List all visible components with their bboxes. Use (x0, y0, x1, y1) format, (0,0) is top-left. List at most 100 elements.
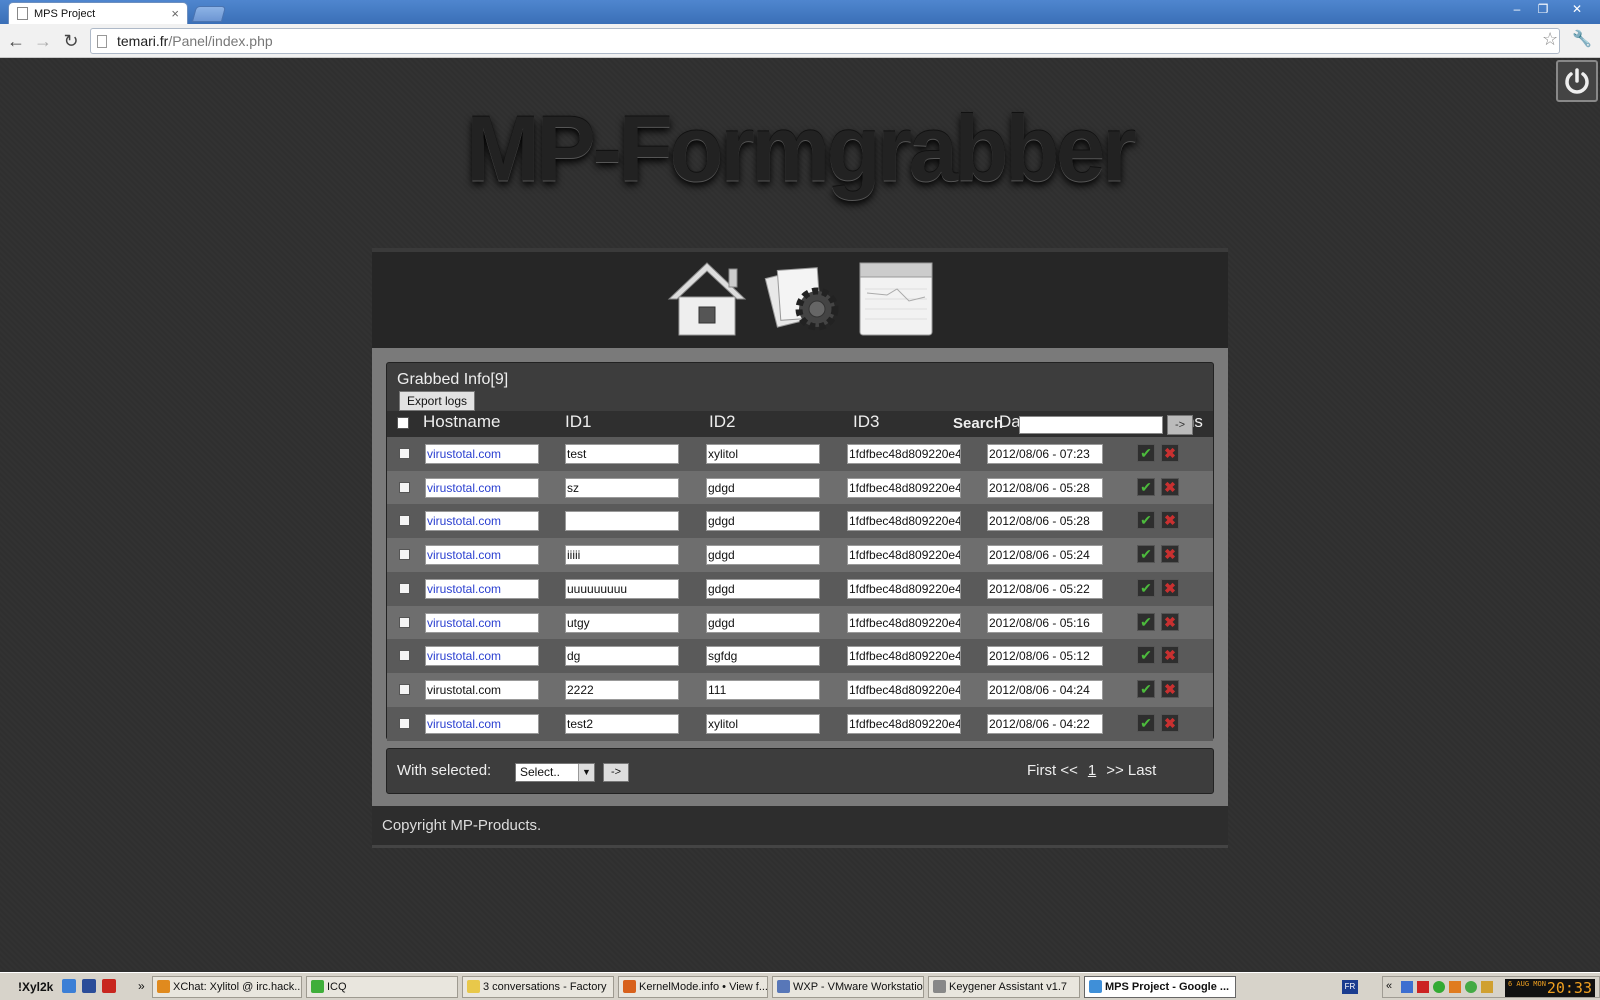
row-id3-field[interactable]: 1fdfbec48d809220e4 (847, 477, 961, 498)
approve-check-icon[interactable]: ✔ (1137, 578, 1155, 597)
browser-tab[interactable]: MPS Project × (8, 2, 188, 24)
row-host-field[interactable]: virustotal.com (425, 612, 539, 633)
row-host-field[interactable]: virustotal.com (425, 646, 539, 667)
row-host-field[interactable]: virustotal.com (425, 545, 539, 566)
row-checkbox[interactable] (399, 616, 410, 628)
clock[interactable]: 6 AUG MON 20:33 (1505, 979, 1595, 997)
last-page-link[interactable]: >> Last (1106, 762, 1156, 779)
ie-icon[interactable] (62, 979, 76, 993)
close-tab-icon[interactable]: × (171, 6, 179, 21)
wrench-icon[interactable]: 🔧 (1572, 29, 1592, 49)
row-checkbox[interactable] (399, 717, 410, 729)
row-date-field[interactable]: 2012/08/06 - 04:22 (987, 713, 1103, 734)
row-id2-field[interactable]: xylitol (706, 713, 820, 734)
delete-x-icon[interactable]: ✖ (1161, 511, 1179, 530)
quicklaunch-overflow[interactable]: » (138, 979, 145, 993)
delete-x-icon[interactable]: ✖ (1161, 612, 1179, 631)
delete-x-icon[interactable]: ✖ (1161, 477, 1179, 496)
row-date-field[interactable]: 2012/08/06 - 05:22 (987, 578, 1103, 599)
row-id2-field[interactable]: gdgd (706, 511, 820, 532)
row-id3-field[interactable]: 1fdfbec48d809220e4 (847, 578, 961, 599)
delete-x-icon[interactable]: ✖ (1161, 713, 1179, 732)
row-id3-field[interactable]: 1fdfbec48d809220e4 (847, 679, 961, 700)
taskbar-item[interactable]: KernelMode.info • View f... (618, 976, 768, 998)
minimize-button[interactable]: – (1506, 2, 1528, 18)
row-id3-field[interactable]: 1fdfbec48d809220e4 (847, 646, 961, 667)
home-icon[interactable] (665, 259, 749, 340)
row-id1-field[interactable]: test2 (565, 713, 679, 734)
new-tab-button[interactable] (191, 6, 227, 22)
row-id1-field[interactable]: 2222 (565, 679, 679, 700)
taskbar-item[interactable]: ICQ (306, 976, 458, 998)
bulk-action-select[interactable]: Select.. ▼ (515, 763, 595, 782)
back-icon[interactable]: ← (5, 30, 27, 52)
apply-action-button[interactable]: -> (603, 763, 629, 782)
filezilla-icon[interactable] (102, 979, 116, 993)
search-button[interactable]: -> (1167, 415, 1193, 435)
desktop-icon[interactable] (82, 979, 96, 993)
xchat-tray-icon[interactable] (1449, 981, 1461, 993)
row-date-field[interactable]: 2012/08/06 - 05:28 (987, 511, 1103, 532)
approve-check-icon[interactable]: ✔ (1137, 511, 1155, 530)
approve-check-icon[interactable]: ✔ (1137, 444, 1155, 462)
row-id1-field[interactable]: iiiii (565, 545, 679, 566)
row-id3-field[interactable]: 1fdfbec48d809220e4 (847, 713, 961, 734)
row-id1-field[interactable]: uuuuuuuuu (565, 578, 679, 599)
approve-check-icon[interactable]: ✔ (1137, 612, 1155, 631)
taskbar-item[interactable]: Keygener Assistant v1.7 (928, 976, 1080, 998)
row-host-field[interactable]: virustotal.com (425, 477, 539, 498)
row-id1-field[interactable]: test (565, 444, 679, 464)
export-logs-button[interactable]: Export logs (399, 391, 476, 411)
select-all-checkbox[interactable] (397, 417, 409, 429)
row-date-field[interactable]: 2012/08/06 - 04:24 (987, 679, 1103, 700)
row-id2-field[interactable]: 111 (706, 679, 820, 700)
row-checkbox[interactable] (399, 549, 410, 561)
bookmark-star-icon[interactable]: ☆ (1542, 29, 1558, 50)
icq-tray-icon[interactable] (1465, 981, 1477, 993)
reload-icon[interactable]: ↻ (60, 30, 82, 52)
language-indicator[interactable]: FR (1342, 980, 1358, 994)
col-id2[interactable]: ID2 (709, 412, 735, 432)
row-date-field[interactable]: 2012/08/06 - 05:24 (987, 545, 1103, 566)
delete-x-icon[interactable]: ✖ (1161, 545, 1179, 564)
delete-x-icon[interactable]: ✖ (1161, 646, 1179, 665)
network-icon[interactable] (1401, 981, 1413, 993)
row-id2-field[interactable]: gdgd (706, 612, 820, 633)
row-host-field[interactable]: virustotal.com (425, 511, 539, 532)
row-id2-field[interactable]: xylitol (706, 444, 820, 464)
row-checkbox[interactable] (399, 448, 410, 459)
row-id1-field[interactable] (565, 511, 679, 532)
approve-check-icon[interactable]: ✔ (1137, 679, 1155, 698)
row-id1-field[interactable]: dg (565, 646, 679, 667)
row-checkbox[interactable] (399, 683, 410, 695)
page-number-link[interactable]: 1 (1088, 762, 1096, 779)
delete-x-icon[interactable]: ✖ (1161, 444, 1179, 462)
taskbar-item[interactable]: MPS Project - Google ... (1084, 976, 1236, 998)
row-host-field[interactable]: virustotal.com (425, 444, 539, 464)
approve-check-icon[interactable]: ✔ (1137, 545, 1155, 564)
row-checkbox[interactable] (399, 582, 410, 594)
row-checkbox[interactable] (399, 515, 410, 527)
row-checkbox[interactable] (399, 481, 410, 493)
row-id3-field[interactable]: 1fdfbec48d809220e4 (847, 444, 961, 464)
start-button[interactable]: !Xyl2k (0, 976, 58, 998)
status-icon[interactable] (1433, 981, 1445, 993)
first-page-link[interactable]: First << (1027, 762, 1078, 779)
row-host-field[interactable]: virustotal.com (425, 713, 539, 734)
row-checkbox[interactable] (399, 650, 410, 662)
row-date-field[interactable]: 2012/08/06 - 05:16 (987, 612, 1103, 633)
tray-expand-icon[interactable]: « (1386, 980, 1392, 992)
taskbar-item[interactable]: WXP - VMware Workstation (772, 976, 924, 998)
row-id2-field[interactable]: gdgd (706, 477, 820, 498)
row-id3-field[interactable]: 1fdfbec48d809220e4 (847, 511, 961, 532)
row-date-field[interactable]: 2012/08/06 - 07:23 (987, 444, 1103, 464)
address-bar[interactable]: temari.fr/Panel/index.php (90, 28, 1560, 54)
antivirus-icon[interactable] (1417, 981, 1429, 993)
approve-check-icon[interactable]: ✔ (1137, 477, 1155, 496)
restore-button[interactable]: ❐ (1532, 2, 1554, 18)
row-host-field[interactable]: virustotal.com (425, 679, 539, 700)
logs-icon[interactable] (857, 259, 935, 340)
close-window-button[interactable]: ✕ (1566, 2, 1588, 18)
delete-x-icon[interactable]: ✖ (1161, 578, 1179, 597)
col-id3[interactable]: ID3 (853, 412, 879, 432)
